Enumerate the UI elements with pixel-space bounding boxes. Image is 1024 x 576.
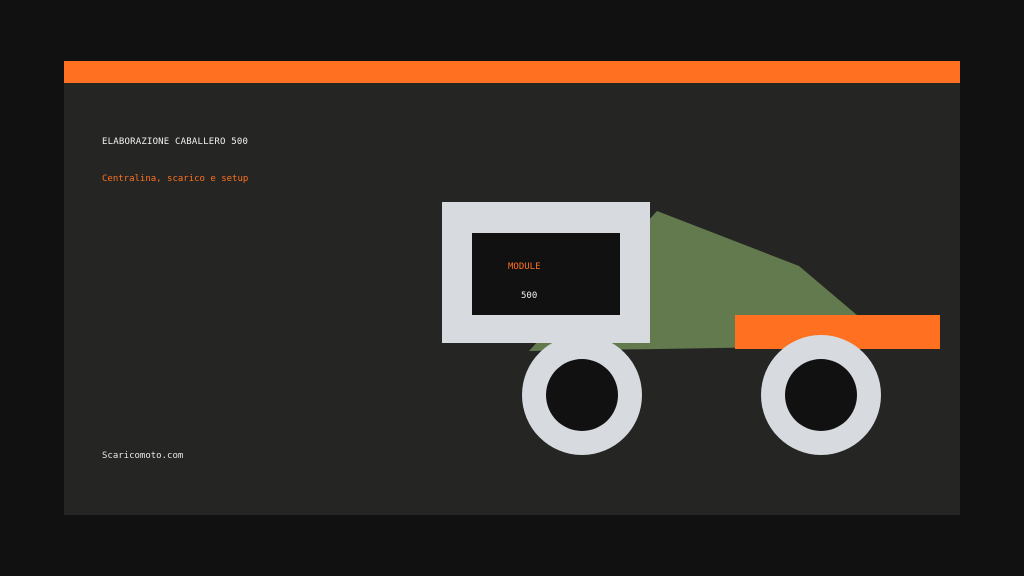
module-label: MODULE bbox=[508, 262, 541, 272]
module-value: 500 bbox=[521, 291, 538, 301]
rear-wheel bbox=[761, 335, 881, 455]
module-screen bbox=[472, 233, 620, 315]
motorcycle-illustration bbox=[442, 202, 940, 455]
poster-frame: ELABORAZIONE CABALLERO 500 Centralina, s… bbox=[64, 61, 960, 515]
site-link[interactable]: Scaricomoto.com bbox=[102, 451, 183, 461]
front-wheel bbox=[522, 335, 642, 455]
